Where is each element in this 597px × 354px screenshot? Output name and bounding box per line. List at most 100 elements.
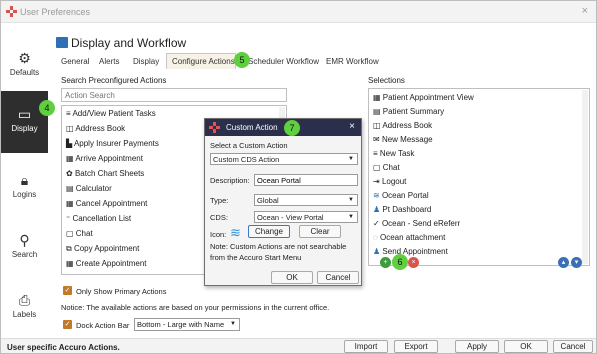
chat-icon: ▢	[66, 229, 76, 238]
cds-label: CDS:	[210, 213, 228, 222]
list-item[interactable]: ♟ Pt Dashboard	[373, 205, 431, 214]
tab-alerts[interactable]: Alerts	[99, 57, 119, 66]
description-input[interactable]	[254, 174, 358, 186]
export-button[interactable]: Export	[394, 340, 438, 353]
import-button[interactable]: Import	[344, 340, 388, 353]
remove-action-button[interactable]: ×	[408, 257, 419, 268]
list-item[interactable]: ▢ Chat	[66, 229, 93, 238]
summary-icon: ▤	[373, 107, 383, 116]
person-icon: ♟	[373, 205, 383, 214]
list-item[interactable]: ✿ Batch Chart Sheets	[66, 169, 144, 178]
select-custom-action-label: Select a Custom Action	[210, 141, 288, 150]
cancel-button[interactable]: Cancel	[553, 340, 593, 353]
dock-action-bar-label: Dock Action Bar	[76, 321, 130, 330]
only-primary-checkbox[interactable]: ✓	[63, 286, 72, 295]
sidebar: ⚙ Defaults ▭ Display 🔒︎ Logins ⚲ Search …	[1, 33, 48, 345]
list-item[interactable]: ♟ Send Appointment	[373, 247, 448, 256]
move-up-button[interactable]: ▴	[558, 257, 569, 268]
sidebar-item-search[interactable]: ⚲ Search	[1, 233, 48, 269]
description-label: Description:	[210, 176, 250, 185]
address-book-icon: ◫	[66, 124, 76, 133]
tab-emr-workflow[interactable]: EMR Workflow	[326, 57, 379, 66]
list-item[interactable]: ▦ Cancel Appointment	[66, 199, 147, 208]
badge-5: 5	[234, 52, 250, 68]
title-bar: User Preferences ×	[1, 1, 596, 23]
window-title: User Preferences	[20, 7, 91, 17]
selections-list: ▦ Patient Appointment View ▤ Patient Sum…	[368, 88, 590, 266]
sidebar-item-labels[interactable]: ⎙ Labels	[1, 293, 48, 329]
cds-select[interactable]: Ocean - View Portal ▼	[254, 211, 358, 223]
badge-4: 4	[39, 100, 55, 116]
list-item[interactable]: ≋ Ocean Portal	[373, 191, 429, 200]
list-item[interactable]: ◌ Ocean attachment	[373, 233, 445, 242]
list-item[interactable]: ✉ New Message	[373, 135, 433, 144]
status-text: User specific Accuro Actions.	[7, 343, 120, 352]
attachment-icon: ◌	[373, 233, 380, 242]
add-action-button[interactable]: +	[380, 257, 391, 268]
ocean-icon: ≋	[373, 191, 382, 200]
note-line-2: from the Accuro Start Menu	[210, 253, 302, 262]
dock-position-select[interactable]: Bottom - Large with Name ▼	[134, 318, 240, 331]
list-item[interactable]: ◫ Address Book	[373, 121, 432, 130]
page-title: Display and Workflow	[71, 36, 187, 50]
list-item[interactable]: ▦ Patient Appointment View	[373, 93, 474, 102]
list-item[interactable]: ⇥ Logout	[373, 177, 406, 186]
sidebar-item-label: Display	[11, 124, 38, 133]
list-item[interactable]: ▦ Arrive Appointment	[66, 154, 143, 163]
dialog-cancel-button[interactable]: Cancel	[317, 271, 359, 284]
clear-icon-button[interactable]: Clear	[299, 225, 341, 238]
dialog-title: Custom Action	[226, 123, 278, 132]
send-icon: ✓	[373, 219, 382, 228]
chat-icon: ▢	[373, 163, 383, 172]
calendar-icon: ▦	[66, 154, 76, 163]
list-item[interactable]: ▦ Create Appointment	[66, 259, 147, 268]
list-item[interactable]: ≡ New Task	[373, 149, 414, 158]
sidebar-item-display[interactable]: ▭ Display	[1, 91, 48, 153]
list-item[interactable]: ▤ Patient Summary	[373, 107, 444, 116]
dialog-title-bar: Custom Action ×	[205, 119, 361, 136]
sidebar-item-label: Defaults	[9, 68, 40, 77]
only-primary-label: Only Show Primary Actions	[76, 287, 167, 296]
list-item[interactable]: ▙ Apply Insurer Payments	[66, 139, 159, 148]
tab-display[interactable]: Display	[133, 57, 159, 66]
badge-6: 6	[392, 254, 408, 270]
list-item[interactable]: ⧉ Copy Appointment	[66, 244, 139, 254]
copy-icon: ⧉	[66, 244, 74, 253]
move-down-button[interactable]: ▾	[571, 257, 582, 268]
sidebar-item-defaults[interactable]: ⚙ Defaults	[1, 51, 48, 87]
badge-7: 7	[284, 120, 300, 136]
icon-label: Icon:	[210, 230, 227, 239]
action-search-input[interactable]	[61, 88, 287, 102]
list-item[interactable]: ✓ Ocean - Send eReferr	[373, 219, 460, 228]
ok-button[interactable]: OK	[504, 340, 548, 353]
custom-action-select[interactable]: Custom CDS Action ▼	[210, 153, 358, 165]
magnifier-icon: ⚲	[19, 232, 30, 248]
sidebar-item-logins[interactable]: 🔒︎ Logins	[1, 173, 48, 209]
message-icon: ✉	[373, 135, 382, 144]
dialog-close-button[interactable]: ×	[349, 121, 355, 132]
person-icon: ♟	[373, 247, 383, 256]
permissions-notice: Notice: The available actions are based …	[61, 303, 330, 312]
list-item[interactable]: ⁼ Cancellation List	[66, 214, 131, 223]
list-item[interactable]: ▤ Calculator	[66, 184, 112, 193]
change-icon-button[interactable]: Change	[248, 225, 290, 238]
gears-icon: ⚙	[18, 50, 31, 66]
chevron-down-icon: ▼	[348, 197, 354, 203]
custom-action-dialog: Custom Action × Select a Custom Action C…	[204, 118, 362, 286]
tab-scheduler-workflow[interactable]: Scheduler Workflow	[248, 57, 319, 66]
tab-general[interactable]: General	[61, 57, 89, 66]
type-select[interactable]: Global ▼	[254, 194, 358, 206]
close-window-button[interactable]: ×	[582, 5, 588, 17]
dock-action-bar-checkbox[interactable]: ✓	[63, 320, 72, 329]
apply-button[interactable]: Apply	[455, 340, 499, 353]
right-list-scrollbar[interactable]	[582, 90, 588, 264]
list-item[interactable]: ◫ Address Book	[66, 124, 125, 133]
list-item[interactable]: ▢ Chat	[373, 163, 400, 172]
tab-configure-actions[interactable]: Configure Actions	[172, 57, 235, 66]
ocean-wave-icon: ≋	[230, 225, 241, 240]
accuro-logo-icon	[209, 122, 220, 133]
lock-icon: 🔒︎	[20, 172, 29, 188]
address-book-icon: ◫	[373, 121, 383, 130]
dialog-ok-button[interactable]: OK	[271, 271, 313, 284]
list-item[interactable]: ≡ Add/View Patient Tasks	[66, 109, 156, 118]
